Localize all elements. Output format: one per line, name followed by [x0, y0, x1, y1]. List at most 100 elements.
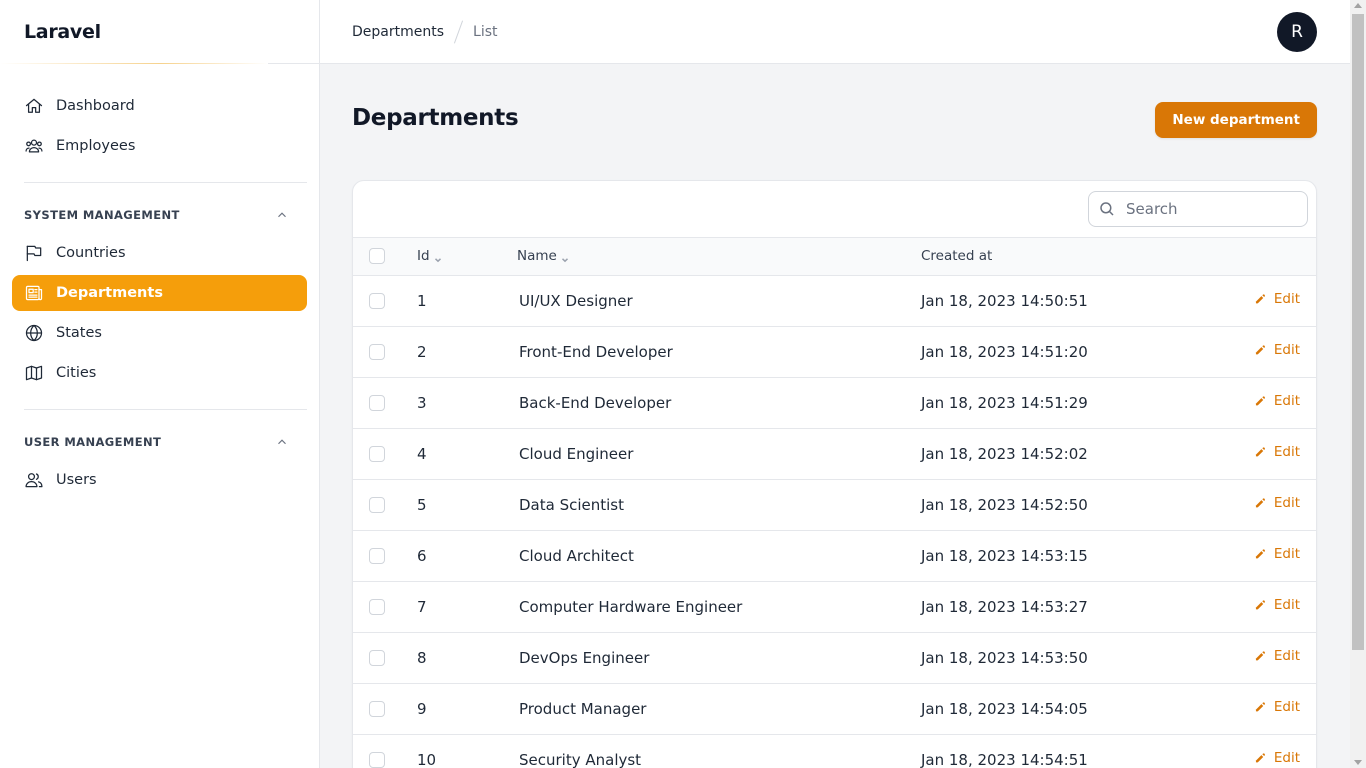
pencil-icon	[1255, 753, 1265, 763]
edit-label: Edit	[1273, 699, 1300, 716]
row-checkbox[interactable]	[369, 548, 385, 564]
row-checkbox[interactable]	[369, 344, 385, 360]
edit-label: Edit	[1273, 750, 1300, 767]
row-checkbox[interactable]	[369, 701, 385, 717]
edit-label: Edit	[1273, 648, 1300, 665]
cell-name: Data Scientist	[519, 495, 624, 514]
group-toggle-user-management[interactable]: USER MANAGEMENT	[12, 428, 307, 456]
edit-link[interactable]: Edit	[1254, 597, 1300, 613]
sidebar-item-employees[interactable]: Employees	[12, 128, 307, 164]
edit-label: Edit	[1273, 597, 1300, 614]
sidebar-item-label: Departments	[56, 285, 163, 301]
cell-created-at: Jan 18, 2023 14:52:02	[921, 444, 1088, 463]
cell-name: DevOps Engineer	[519, 648, 650, 667]
sidebar-item-dashboard[interactable]: Dashboard	[12, 88, 307, 124]
cell-created-at: Jan 18, 2023 14:50:51	[921, 291, 1088, 310]
page-header: Departments New department	[352, 64, 1317, 180]
row-checkbox[interactable]	[369, 650, 385, 666]
table-row: 6 Cloud Architect Jan 18, 2023 14:53:15 Edi…	[353, 530, 1316, 581]
edit-link[interactable]: Edit	[1254, 444, 1300, 460]
breadcrumb-departments[interactable]: Departments	[352, 24, 444, 40]
pencil-icon	[1255, 447, 1265, 457]
sidebar-item-departments[interactable]: Departments	[12, 275, 307, 311]
select-all-cell	[353, 238, 401, 275]
cell-id: 2	[417, 342, 427, 361]
page-title: Departments	[352, 105, 519, 131]
cell-name: Cloud Architect	[519, 546, 634, 565]
chevron-up-icon	[275, 435, 289, 449]
cell-actions: Edit	[1176, 377, 1316, 428]
sidebar-divider	[24, 409, 307, 410]
edit-label: Edit	[1273, 342, 1300, 359]
cell-name: Computer Hardware Engineer	[519, 597, 743, 616]
brand-logo[interactable]: Laravel	[0, 0, 319, 64]
cell-created-at: Jan 18, 2023 14:54:05	[921, 699, 1088, 718]
select-all-checkbox[interactable]	[369, 248, 385, 265]
scroll-down-arrow-icon[interactable]	[1354, 760, 1362, 765]
column-header-id[interactable]: Id	[401, 238, 501, 275]
cell-actions: Edit	[1176, 581, 1316, 632]
edit-link[interactable]: Edit	[1254, 291, 1300, 307]
sidebar-item-label: Users	[56, 472, 97, 488]
edit-label: Edit	[1273, 291, 1300, 308]
cell-id: 7	[417, 597, 427, 616]
row-checkbox[interactable]	[369, 497, 385, 513]
departments-table: Id Name Created at 1 UI/UX Designer Jan 18…	[353, 238, 1316, 768]
sidebar-item-cities[interactable]: Cities	[12, 355, 307, 391]
search-input[interactable]	[1126, 200, 1296, 218]
pencil-icon	[1255, 702, 1265, 712]
edit-link[interactable]: Edit	[1254, 648, 1300, 664]
row-checkbox[interactable]	[369, 752, 385, 768]
row-select-cell	[353, 275, 401, 326]
column-header-created-at: Created at	[921, 238, 1176, 275]
cell-name: Security Analyst	[519, 750, 642, 768]
sidebar-item-users[interactable]: Users	[12, 462, 307, 498]
sidebar-divider	[24, 182, 307, 183]
table-row: 1 UI/UX Designer Jan 18, 2023 14:50:51 Edit	[353, 275, 1316, 326]
scrollbar-thumb[interactable]	[1352, 14, 1364, 650]
table-row: 10 Security Analyst Jan 18, 2023 14:54:51 E…	[353, 734, 1316, 768]
sidebar-item-states[interactable]: States	[12, 315, 307, 351]
avatar[interactable]: R	[1277, 12, 1317, 52]
row-checkbox[interactable]	[369, 599, 385, 615]
cell-name: Back-End Developer	[519, 393, 672, 412]
column-header-name[interactable]: Name	[501, 238, 921, 275]
user-group-icon	[24, 470, 44, 490]
row-checkbox[interactable]	[369, 293, 385, 309]
search-icon	[1100, 202, 1114, 216]
edit-link[interactable]: Edit	[1254, 495, 1300, 511]
row-select-cell	[353, 377, 401, 428]
edit-link[interactable]: Edit	[1254, 699, 1300, 715]
sidebar-item-label: Cities	[56, 365, 97, 381]
new-department-button[interactable]: New department	[1155, 102, 1317, 138]
edit-label: Edit	[1273, 393, 1300, 410]
row-select-cell	[353, 530, 401, 581]
cell-created-at: Jan 18, 2023 14:54:51	[921, 750, 1088, 768]
cell-id: 1	[417, 291, 427, 310]
scroll-up-arrow-icon[interactable]	[1354, 3, 1362, 8]
cell-id: 5	[417, 495, 427, 514]
pencil-icon	[1255, 294, 1265, 304]
edit-link[interactable]: Edit	[1254, 393, 1300, 409]
edit-label: Edit	[1273, 495, 1300, 512]
row-select-cell	[353, 326, 401, 377]
row-checkbox[interactable]	[369, 395, 385, 411]
home-icon	[24, 96, 44, 116]
cell-created-at: Jan 18, 2023 14:53:50	[921, 648, 1088, 667]
cell-actions: Edit	[1176, 479, 1316, 530]
breadcrumb-separator	[453, 20, 464, 43]
newspaper-icon	[24, 283, 44, 303]
edit-link[interactable]: Edit	[1254, 546, 1300, 562]
table-header-row: Id Name Created at	[353, 238, 1316, 275]
edit-link[interactable]: Edit	[1254, 750, 1300, 766]
search-box[interactable]	[1088, 191, 1308, 227]
edit-link[interactable]: Edit	[1254, 342, 1300, 358]
sidebar-item-countries[interactable]: Countries	[12, 235, 307, 271]
row-checkbox[interactable]	[369, 446, 385, 462]
column-header-label: Created at	[921, 248, 993, 265]
chevron-down-icon	[434, 252, 442, 263]
cell-name: UI/UX Designer	[519, 291, 633, 310]
page-scrollbar[interactable]	[1350, 0, 1366, 768]
group-toggle-system-management[interactable]: SYSTEM MANAGEMENT	[12, 201, 307, 229]
table-row: 8 DevOps Engineer Jan 18, 2023 14:53:50 Edi…	[353, 632, 1316, 683]
